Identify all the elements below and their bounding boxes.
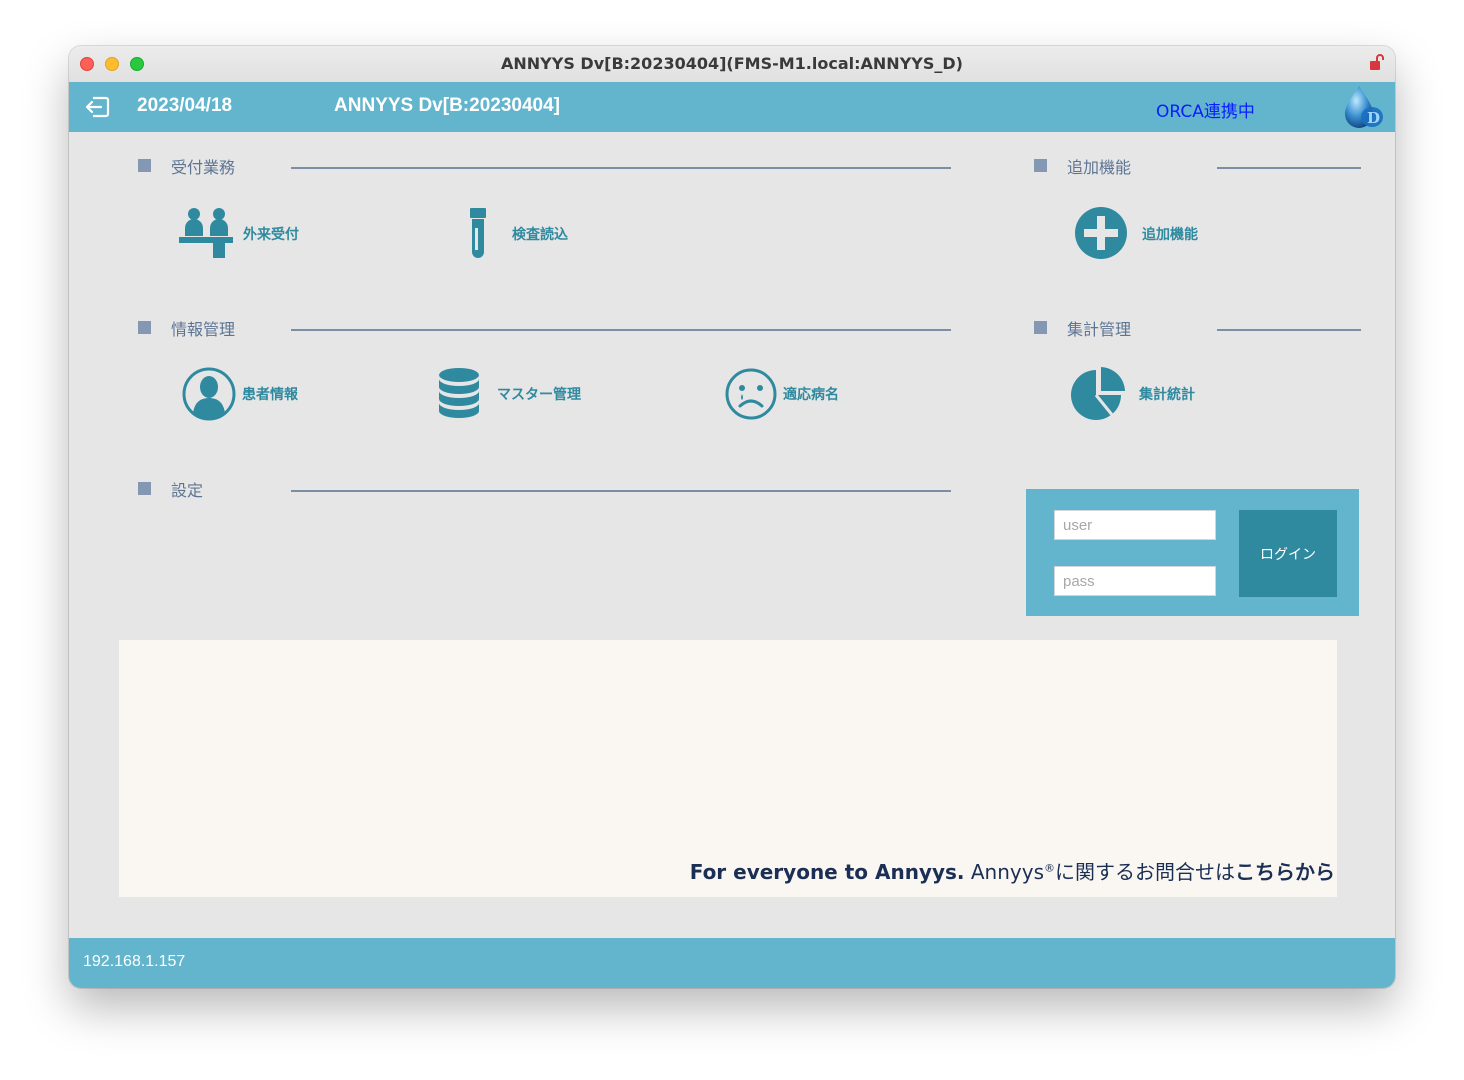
- launch-statistics[interactable]: 集計統計: [1071, 366, 1221, 422]
- app-header: 2023/04/18 ANNYYS Dv[B:20230404] ORCA連携中…: [69, 82, 1395, 132]
- app-logo-icon: D: [1345, 86, 1383, 128]
- ip-address: 192.168.1.157: [83, 953, 186, 970]
- patient-avatar-icon: [182, 367, 236, 421]
- section-reception-header: 受付業務: [138, 154, 958, 178]
- launch-label: マスター管理: [497, 387, 581, 403]
- section-bullet: [1034, 321, 1047, 334]
- section-settings-header: 設定: [138, 477, 958, 501]
- section-divider: [291, 329, 951, 331]
- app-window: ANNYYS Dv[B:20230404](FMS-M1.local:ANNYY…: [69, 46, 1395, 988]
- status-bar: 192.168.1.157: [69, 938, 1395, 988]
- inquiry-line: For everyone to Annyys. Annyys®に関するお問合せは…: [690, 856, 1335, 885]
- launch-label: 集計統計: [1139, 387, 1195, 403]
- section-bullet: [138, 159, 151, 172]
- unlock-icon: [1370, 54, 1384, 70]
- launch-label: 患者情報: [242, 387, 298, 403]
- section-divider: [291, 490, 951, 492]
- orca-status: ORCA連携中: [1156, 102, 1255, 122]
- plus-circle-icon: [1075, 207, 1127, 259]
- section-stats-header: 集計管理: [1034, 316, 1334, 340]
- section-divider: [1217, 167, 1361, 169]
- section-divider: [1217, 329, 1361, 331]
- section-bullet: [138, 482, 151, 495]
- launch-label: 外来受付: [243, 227, 299, 243]
- window-title: ANNYYS Dv[B:20230404](FMS-M1.local:ANNYY…: [501, 54, 963, 73]
- launch-label: 追加機能: [1142, 227, 1198, 243]
- launch-outpatient-reception[interactable]: 外来受付: [179, 206, 319, 262]
- database-icon: [439, 368, 479, 418]
- section-stats-title: 集計管理: [1067, 320, 1132, 339]
- section-bullet: [138, 321, 151, 334]
- section-info-header: 情報管理: [138, 316, 958, 340]
- message-area: For everyone to Annyys. Annyys®に関するお問合せは…: [119, 640, 1337, 897]
- login-button[interactable]: ログイン: [1239, 510, 1337, 597]
- test-tube-icon: [470, 208, 486, 258]
- window-titlebar: ANNYYS Dv[B:20230404](FMS-M1.local:ANNYY…: [69, 46, 1395, 83]
- registered-mark: ®: [1044, 861, 1055, 875]
- header-date: 2023/04/18: [137, 95, 233, 116]
- launch-extra-functions[interactable]: 追加機能: [1074, 206, 1224, 262]
- logout-icon[interactable]: [83, 94, 111, 120]
- section-extra-title: 追加機能: [1067, 158, 1132, 177]
- launch-patient-info[interactable]: 患者情報: [181, 366, 331, 422]
- launch-master-management[interactable]: マスター管理: [437, 366, 597, 422]
- section-divider: [291, 167, 951, 169]
- launch-label: 適応病名: [783, 387, 839, 403]
- sad-face-icon: [725, 368, 777, 420]
- inquiry-link[interactable]: こちらから: [1235, 860, 1335, 884]
- header-app-name: ANNYYS Dv[B:20230404]: [334, 95, 560, 116]
- tagline: For everyone to Annyys.: [689, 860, 965, 884]
- launch-test-import[interactable]: 検査読込: [467, 206, 607, 262]
- launch-indicated-disease[interactable]: 適応病名: [724, 366, 874, 422]
- pie-chart-icon: [1071, 367, 1125, 420]
- section-settings-title: 設定: [171, 481, 204, 500]
- launch-label: 検査読込: [512, 227, 568, 243]
- inquiry-text: に関するお問合せは: [1055, 860, 1235, 884]
- svg-text:D: D: [1367, 109, 1380, 127]
- password-input[interactable]: [1054, 566, 1216, 596]
- reception-desk-icon: [179, 208, 233, 258]
- section-info-title: 情報管理: [171, 320, 236, 339]
- login-panel: ログイン: [1026, 489, 1359, 616]
- section-bullet: [1034, 159, 1047, 172]
- username-input[interactable]: [1054, 510, 1216, 540]
- brand-name: Annyys: [970, 860, 1044, 884]
- section-reception-title: 受付業務: [171, 158, 236, 177]
- section-extra-header: 追加機能: [1034, 154, 1334, 178]
